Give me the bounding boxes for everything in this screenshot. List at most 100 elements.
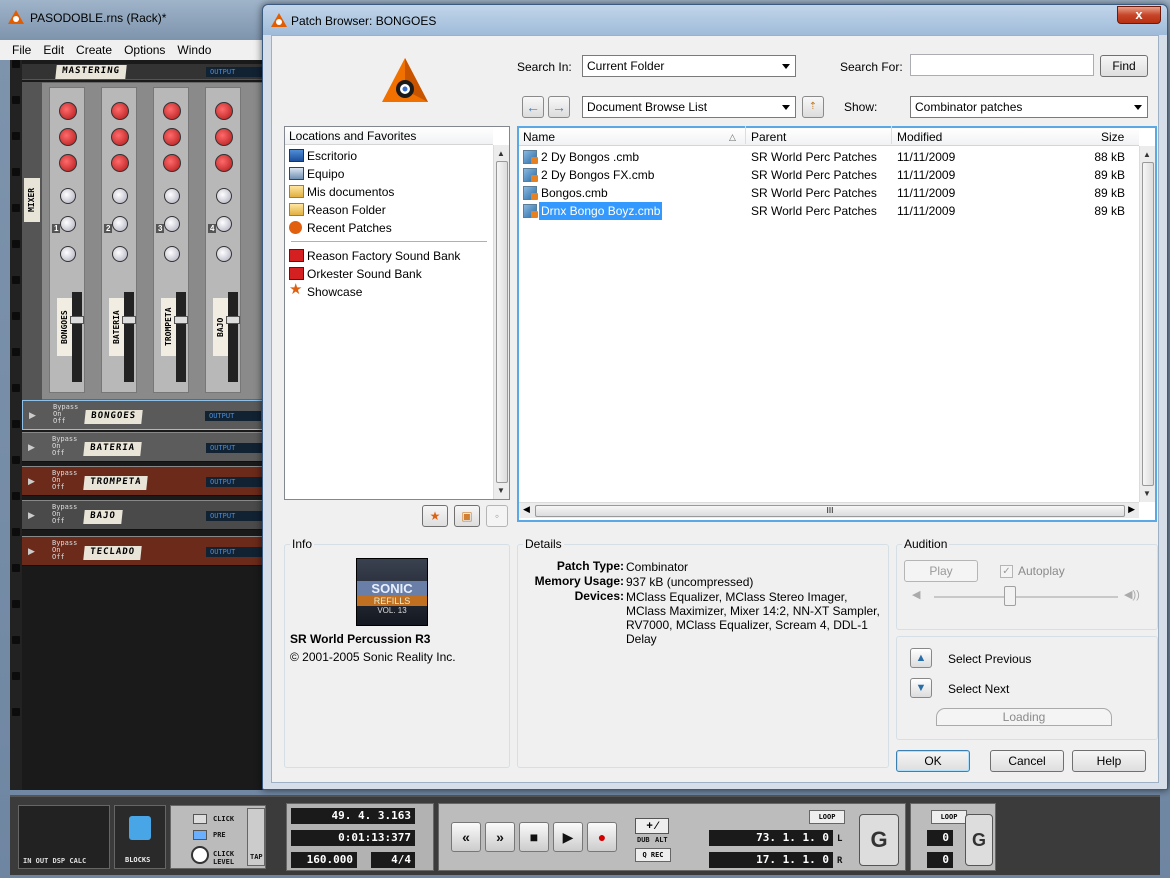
expand-arrow-icon[interactable]: ▶: [28, 546, 35, 557]
stop-button[interactable]: ■: [519, 822, 549, 852]
channel-fader[interactable]: [174, 292, 188, 382]
location-item[interactable]: Recent Patches: [289, 219, 392, 237]
aux-knob[interactable]: [215, 102, 233, 120]
remove-favorite-button[interactable]: ◦: [486, 505, 508, 527]
loop-button-2[interactable]: LOOP: [931, 810, 967, 824]
parent-folder-icon[interactable]: ⇡: [802, 96, 824, 118]
scroll-right-icon[interactable]: ▶: [1128, 504, 1135, 515]
aux-knob[interactable]: [215, 154, 233, 172]
cancel-button[interactable]: Cancel: [990, 750, 1064, 772]
treble-knob[interactable]: [164, 188, 180, 204]
menu-file[interactable]: File: [6, 43, 37, 57]
scroll-up-icon[interactable]: ▲: [497, 149, 505, 158]
combinator-bateria[interactable]: ▶ Bypass On Off BATERIA OUTPUT: [22, 432, 268, 462]
record-button[interactable]: ●: [587, 822, 617, 852]
play-button[interactable]: Play: [904, 560, 978, 582]
bass-knob[interactable]: [216, 216, 232, 232]
combinator-teclado[interactable]: ▶ Bypass On Off TECLADO OUTPUT: [22, 536, 268, 566]
volume-slider[interactable]: [934, 596, 1118, 598]
aux-knob[interactable]: [59, 154, 77, 172]
menu-edit[interactable]: Edit: [37, 43, 70, 57]
location-item[interactable]: Escritorio: [289, 147, 357, 165]
tempo-display[interactable]: 160.000: [291, 852, 357, 868]
select-previous-button[interactable]: ▲: [910, 648, 932, 668]
play-button[interactable]: ▶: [553, 822, 583, 852]
back-arrow-icon[interactable]: ←: [522, 96, 544, 118]
aux-knob[interactable]: [59, 128, 77, 146]
scroll-down-icon[interactable]: ▼: [497, 486, 505, 495]
soundbank-item[interactable]: Orkester Sound Bank: [289, 265, 422, 283]
forward-arrow-icon[interactable]: →: [548, 96, 570, 118]
combinator-bajo[interactable]: ▶ Bypass On Off BAJO OUTPUT: [22, 500, 268, 530]
right-locator-display[interactable]: 17. 1. 1. 0: [709, 852, 833, 868]
soundbank-item[interactable]: ★ Showcase: [289, 282, 362, 301]
find-button[interactable]: Find: [1100, 55, 1148, 77]
pre-toggle[interactable]: [193, 830, 207, 840]
location-item[interactable]: Mis documentos: [289, 183, 394, 201]
ok-button[interactable]: OK: [896, 750, 970, 772]
close-button[interactable]: x: [1117, 6, 1161, 24]
output-button[interactable]: OUTPUT: [206, 477, 262, 487]
bass-knob[interactable]: [164, 216, 180, 232]
file-row-selected[interactable]: Drnx Bongo Boyz.cmb SR World Perc Patche…: [523, 202, 1129, 220]
fast-forward-button[interactable]: »: [485, 822, 515, 852]
location-item[interactable]: Equipo: [289, 165, 344, 183]
aux-knob[interactable]: [111, 102, 129, 120]
combinator-bongoes[interactable]: ▶ Bypass On Off BONGOES OUTPUT: [22, 400, 268, 430]
column-name[interactable]: Name: [523, 130, 555, 144]
add-favorite-button[interactable]: ★: [422, 505, 448, 527]
scroll-thumb[interactable]: [1142, 162, 1154, 486]
file-list-hscrollbar[interactable]: ◀ III ▶: [519, 502, 1139, 518]
output-button[interactable]: OUTPUT: [206, 443, 262, 453]
output-button[interactable]: OUTPUT: [205, 411, 261, 421]
expand-arrow-icon[interactable]: ▶: [28, 510, 35, 521]
expand-arrow-icon[interactable]: ▶: [28, 476, 35, 487]
pan-knob[interactable]: [112, 246, 128, 262]
scroll-up-icon[interactable]: ▲: [1143, 150, 1151, 159]
menu-create[interactable]: Create: [70, 43, 118, 57]
pan-knob[interactable]: [216, 246, 232, 262]
autoplay-checkbox[interactable]: ✓: [1000, 565, 1013, 578]
add-folder-button[interactable]: ▣: [454, 505, 480, 527]
combinator-trompeta[interactable]: ▶ Bypass On Off TROMPETA OUTPUT: [22, 466, 268, 496]
soundbank-item[interactable]: Reason Factory Sound Bank: [289, 247, 460, 265]
pan-knob[interactable]: [60, 246, 76, 262]
mastering-output-button[interactable]: OUTPUT: [206, 67, 262, 77]
bass-knob[interactable]: [112, 216, 128, 232]
aux-knob[interactable]: [59, 102, 77, 120]
scroll-thumb[interactable]: III: [535, 505, 1125, 517]
expand-arrow-icon[interactable]: ▶: [29, 410, 36, 421]
scroll-thumb[interactable]: [496, 161, 508, 483]
bypass-switch[interactable]: Bypass On Off: [53, 404, 78, 425]
left-locator-display[interactable]: 73. 1. 1. 0: [709, 830, 833, 846]
aux-knob[interactable]: [163, 154, 181, 172]
treble-knob[interactable]: [60, 188, 76, 204]
column-modified[interactable]: Modified: [897, 130, 942, 144]
aux-knob[interactable]: [163, 102, 181, 120]
treble-knob[interactable]: [216, 188, 232, 204]
bypass-switch[interactable]: Bypass On Off: [52, 504, 77, 525]
loop-button[interactable]: LOOP: [809, 810, 845, 824]
click-toggle[interactable]: [193, 814, 207, 824]
menu-options[interactable]: Options: [118, 43, 171, 57]
tap-button[interactable]: TAP: [247, 808, 265, 866]
file-list-vscrollbar[interactable]: ▲ ▼: [1139, 146, 1155, 502]
channel-fader[interactable]: [70, 292, 84, 382]
output-button[interactable]: OUTPUT: [206, 511, 262, 521]
follow-song-button[interactable]: G: [965, 814, 993, 866]
signature-display[interactable]: 4/4: [371, 852, 415, 868]
bypass-switch[interactable]: Bypass On Off: [52, 436, 77, 457]
location-dropdown[interactable]: Document Browse List: [582, 96, 796, 118]
song-position-display[interactable]: 49. 4. 3.163: [291, 808, 415, 824]
expand-arrow-icon[interactable]: ▶: [28, 442, 35, 453]
location-item[interactable]: Reason Folder: [289, 201, 386, 219]
aux-knob[interactable]: [111, 128, 129, 146]
aux-knob[interactable]: [163, 128, 181, 146]
mastering-device[interactable]: MASTERING OUTPUT: [22, 64, 268, 80]
scroll-left-icon[interactable]: ◀: [523, 504, 530, 515]
aux-knob[interactable]: [215, 128, 233, 146]
select-next-button[interactable]: ▼: [910, 678, 932, 698]
menu-windows[interactable]: Windo: [171, 43, 217, 57]
blocks-button[interactable]: BLOCKS: [114, 805, 166, 869]
bypass-switch[interactable]: Bypass On Off: [52, 470, 77, 491]
